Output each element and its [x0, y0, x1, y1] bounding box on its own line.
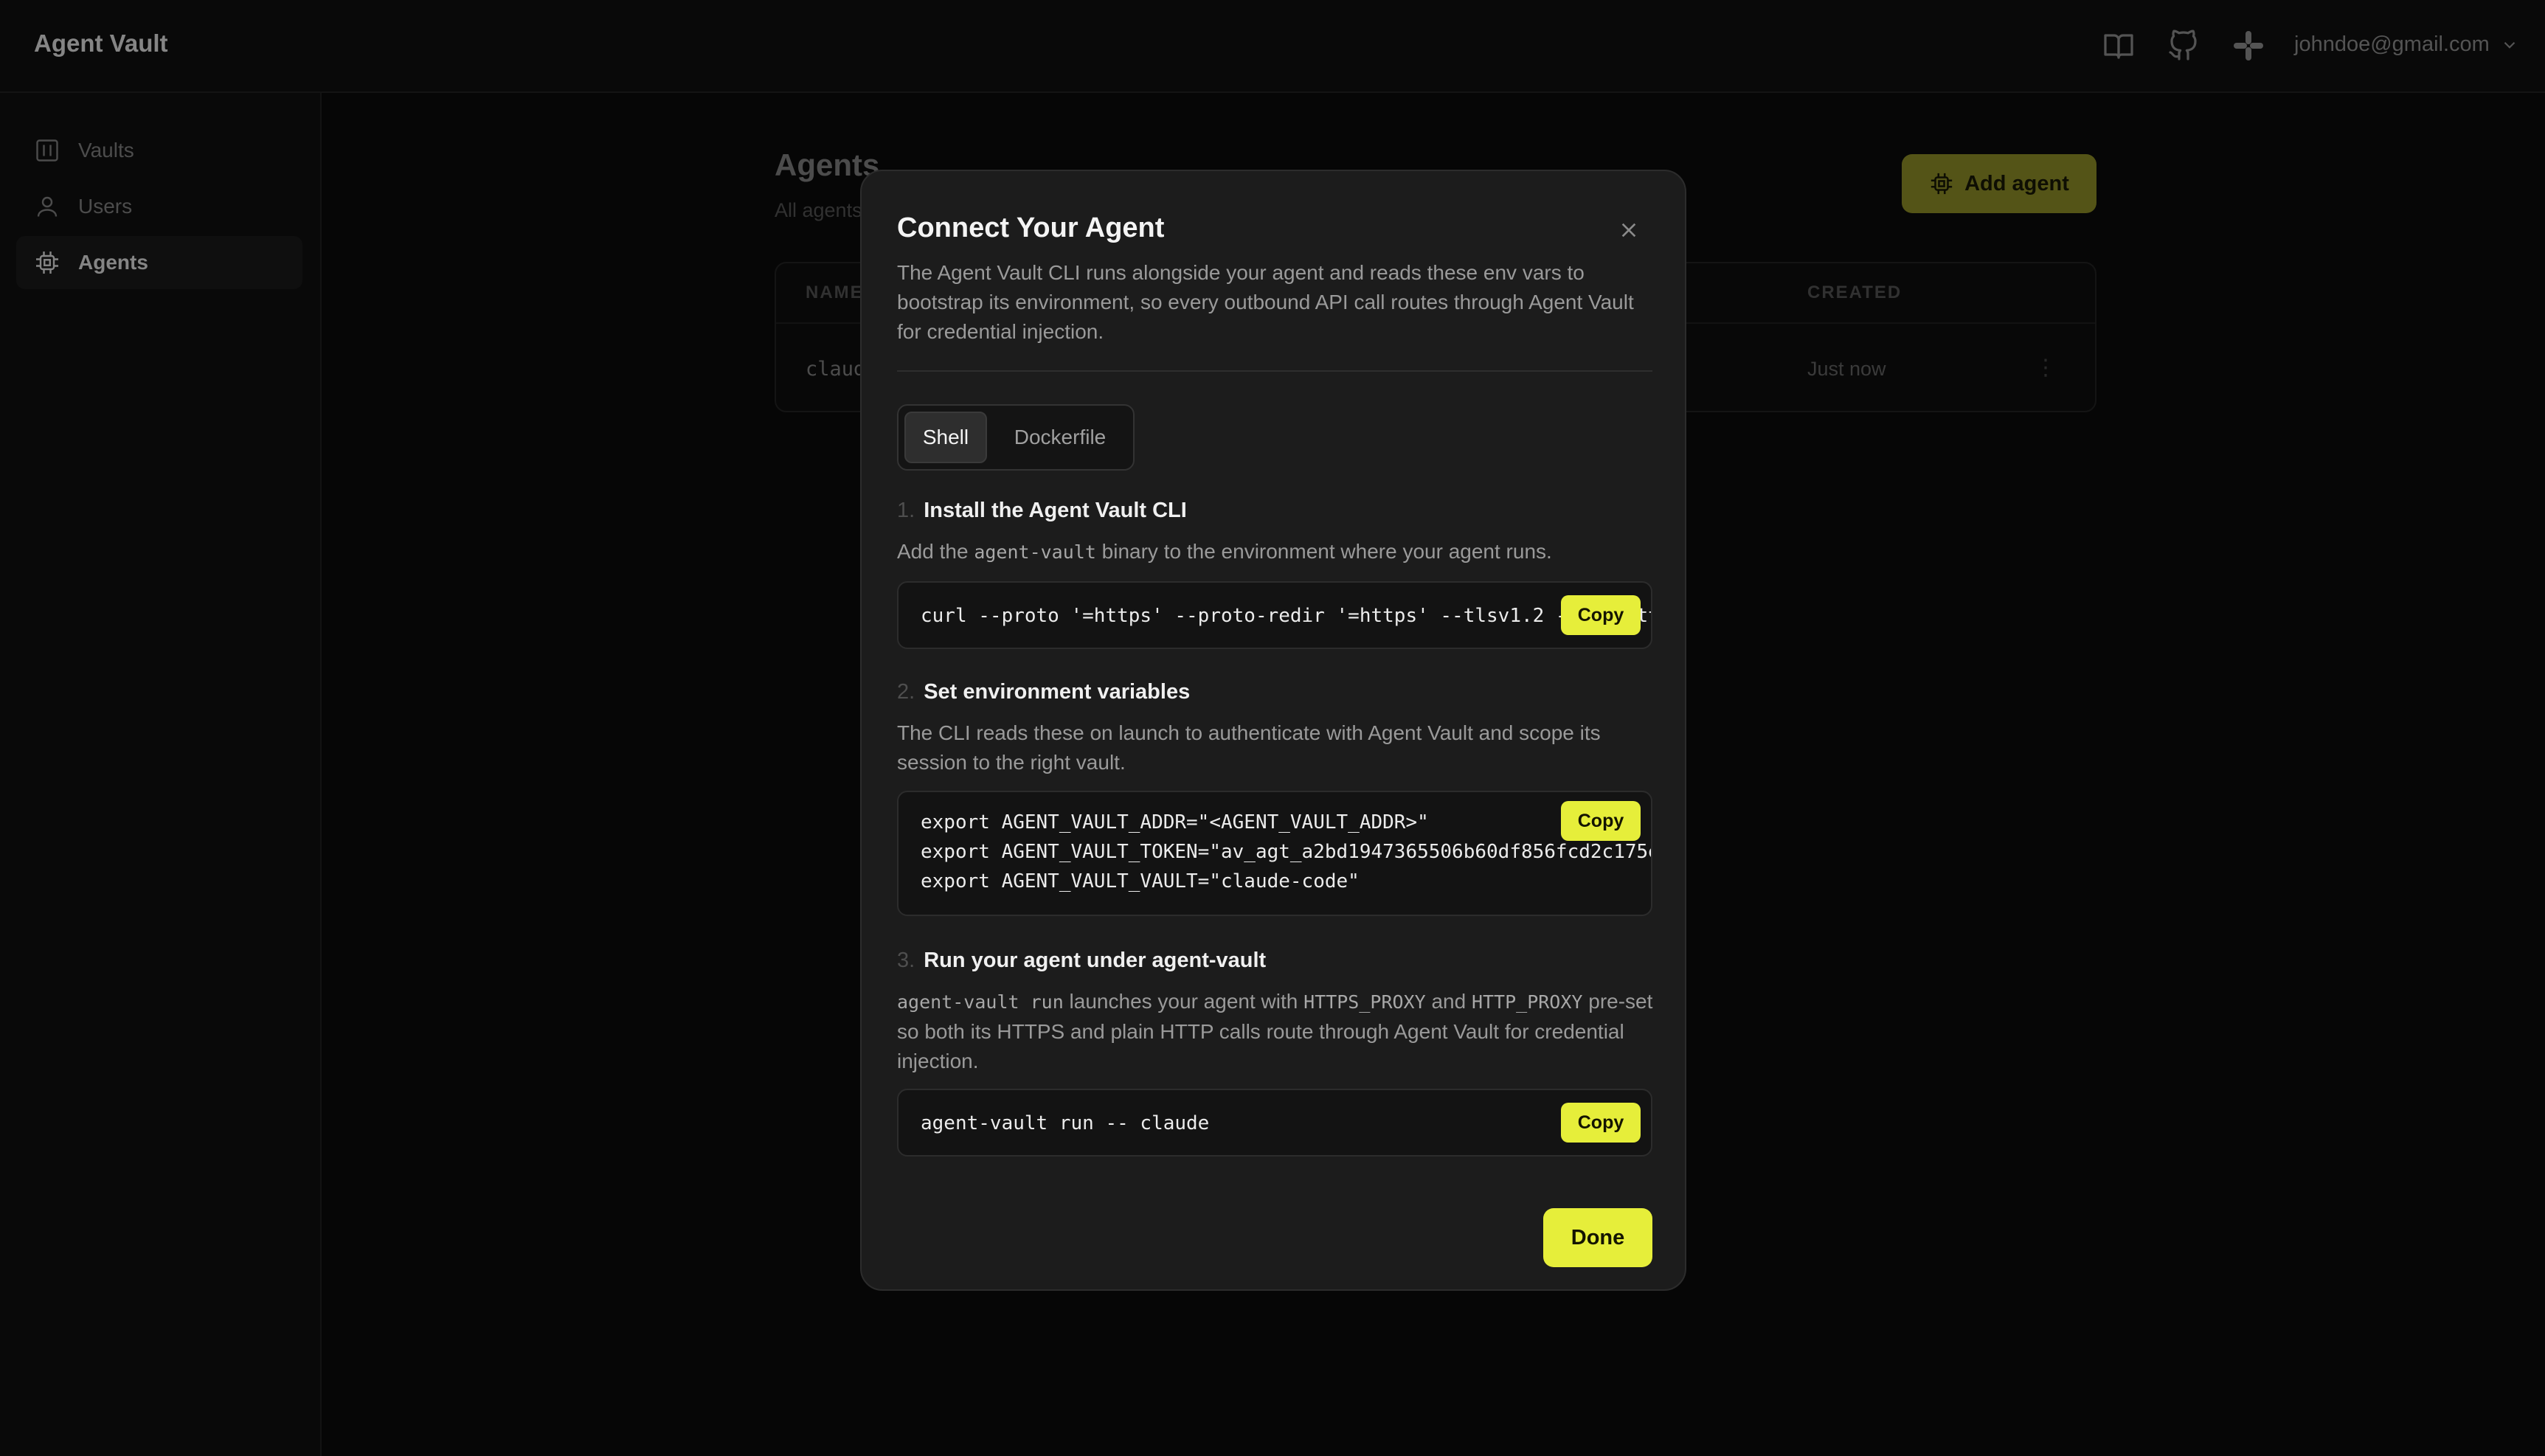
step-3-desc-code: HTTP_PROXY: [1471, 991, 1583, 1013]
step-3-description: agent-vault run launches your agent with…: [897, 987, 1657, 1076]
code-line: curl --proto '=https' --proto-redir '=ht…: [921, 605, 1651, 627]
step-1-number: 1.: [897, 499, 915, 522]
tab-dockerfile[interactable]: Dockerfile: [999, 412, 1121, 463]
copy-run-button[interactable]: Copy: [1561, 1103, 1641, 1143]
run-code-block[interactable]: agent-vault run -- claude Copy: [897, 1089, 1652, 1157]
tab-shell[interactable]: Shell: [904, 412, 987, 463]
step-1-desc-code: agent-vault: [974, 541, 1096, 563]
done-button[interactable]: Done: [1543, 1208, 1652, 1267]
step-1-title: 1. Install the Agent Vault CLI: [897, 499, 1187, 523]
step-3-desc-code: agent-vault run: [897, 991, 1064, 1013]
env-code-block[interactable]: export AGENT_VAULT_ADDR="<AGENT_VAULT_AD…: [897, 791, 1652, 916]
modal-title: Connect Your Agent: [897, 212, 1165, 243]
close-icon[interactable]: [1614, 215, 1644, 245]
copy-install-button[interactable]: Copy: [1561, 595, 1641, 635]
code-line: export AGENT_VAULT_VAULT="claude-code": [921, 870, 1360, 892]
code-line: export AGENT_VAULT_TOKEN="av_agt_a2bd194…: [921, 841, 1652, 863]
step-3-title-text: Run your agent under agent-vault: [924, 949, 1267, 972]
code-line: export AGENT_VAULT_ADDR="<AGENT_VAULT_AD…: [921, 811, 1429, 833]
install-code-block[interactable]: curl --proto '=https' --proto-redir '=ht…: [897, 581, 1652, 649]
step-1-desc-text-end: binary to the environment where your age…: [1095, 540, 1552, 563]
step-2-number: 2.: [897, 680, 915, 704]
code-line: agent-vault run -- claude: [921, 1112, 1210, 1134]
step-3-number: 3.: [897, 949, 915, 972]
step-3-desc-text: launches your agent with: [1063, 990, 1304, 1013]
step-2-title: 2. Set environment variables: [897, 680, 1190, 704]
connect-agent-dialog: Connect Your Agent The Agent Vault CLI r…: [860, 170, 1686, 1291]
step-1-title-text: Install the Agent Vault CLI: [924, 499, 1187, 522]
step-1-desc-text: Add the: [897, 540, 974, 563]
tab-group: Shell Dockerfile: [897, 404, 1135, 471]
step-2-description: The CLI reads these on launch to authent…: [897, 721, 1601, 774]
step-3-desc-text: and: [1425, 990, 1472, 1013]
step-2-title-text: Set environment variables: [924, 680, 1191, 704]
copy-env-button[interactable]: Copy: [1561, 801, 1641, 841]
modal-description: The Agent Vault CLI runs alongside your …: [897, 261, 1634, 343]
divider: [897, 370, 1652, 372]
step-1-description: Add the agent-vault binary to the enviro…: [897, 537, 1657, 567]
step-3-desc-code: HTTPS_PROXY: [1303, 991, 1426, 1013]
step-3-title: 3. Run your agent under agent-vault: [897, 949, 1266, 973]
